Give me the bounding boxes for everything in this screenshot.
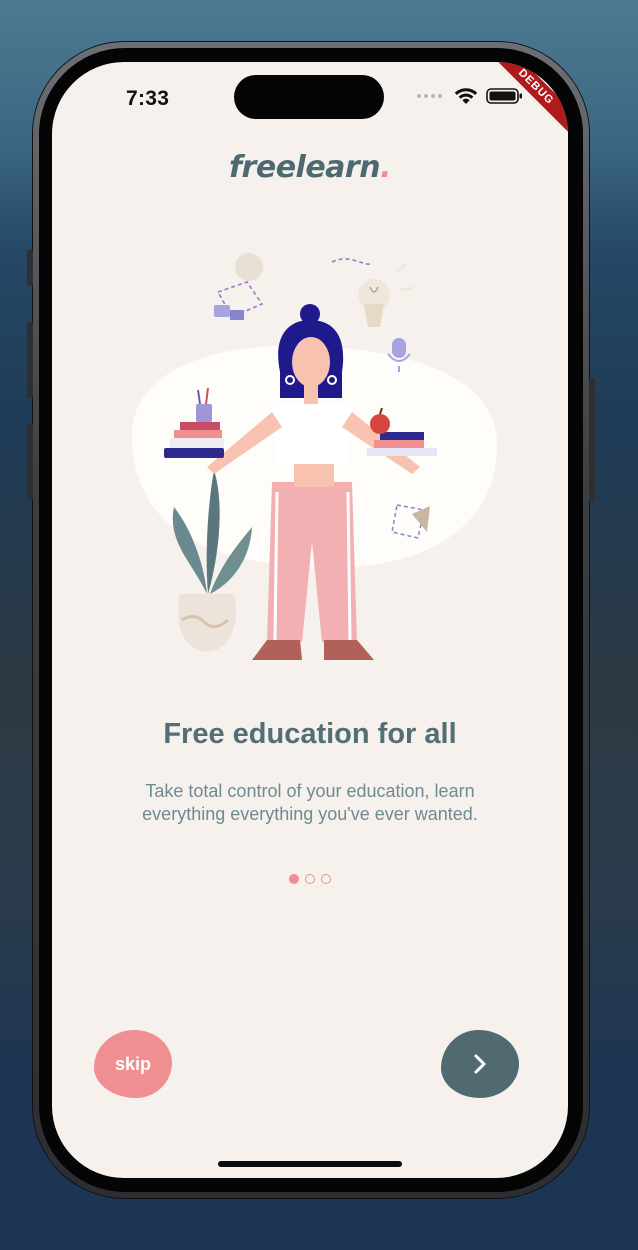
onboarding-subtitle: Take total control of your education, le…	[142, 781, 478, 824]
page-dot-2[interactable]	[305, 874, 315, 884]
page-indicator	[52, 874, 568, 884]
page-dot-3[interactable]	[321, 874, 331, 884]
cellular-dots-icon	[417, 94, 442, 98]
woman-balancing-books-illustration	[131, 253, 498, 660]
chevron-right-icon	[474, 1054, 486, 1074]
status-time: 7:33	[126, 87, 170, 110]
logo-text: freelearn	[229, 150, 381, 185]
wifi-icon	[454, 88, 478, 104]
app-screen: 7:33 DEBUG freelearn. Free education for…	[52, 62, 568, 1178]
logo-dot: .	[380, 150, 391, 185]
next-button[interactable]	[441, 1030, 519, 1098]
dynamic-island	[234, 75, 384, 119]
page-dot-1[interactable]	[289, 874, 299, 884]
volume-down-button	[27, 424, 33, 500]
power-button	[589, 378, 595, 502]
battery-icon	[486, 88, 522, 104]
skip-button[interactable]: skip	[94, 1030, 172, 1098]
app-logo: freelearn.	[52, 150, 568, 185]
status-icons	[417, 87, 524, 105]
onboarding-title: Free education for all	[163, 718, 457, 750]
home-indicator[interactable]	[218, 1161, 402, 1167]
skip-button-label: skip	[114, 1053, 152, 1074]
volume-up-button	[27, 322, 33, 398]
silent-switch	[27, 250, 33, 286]
